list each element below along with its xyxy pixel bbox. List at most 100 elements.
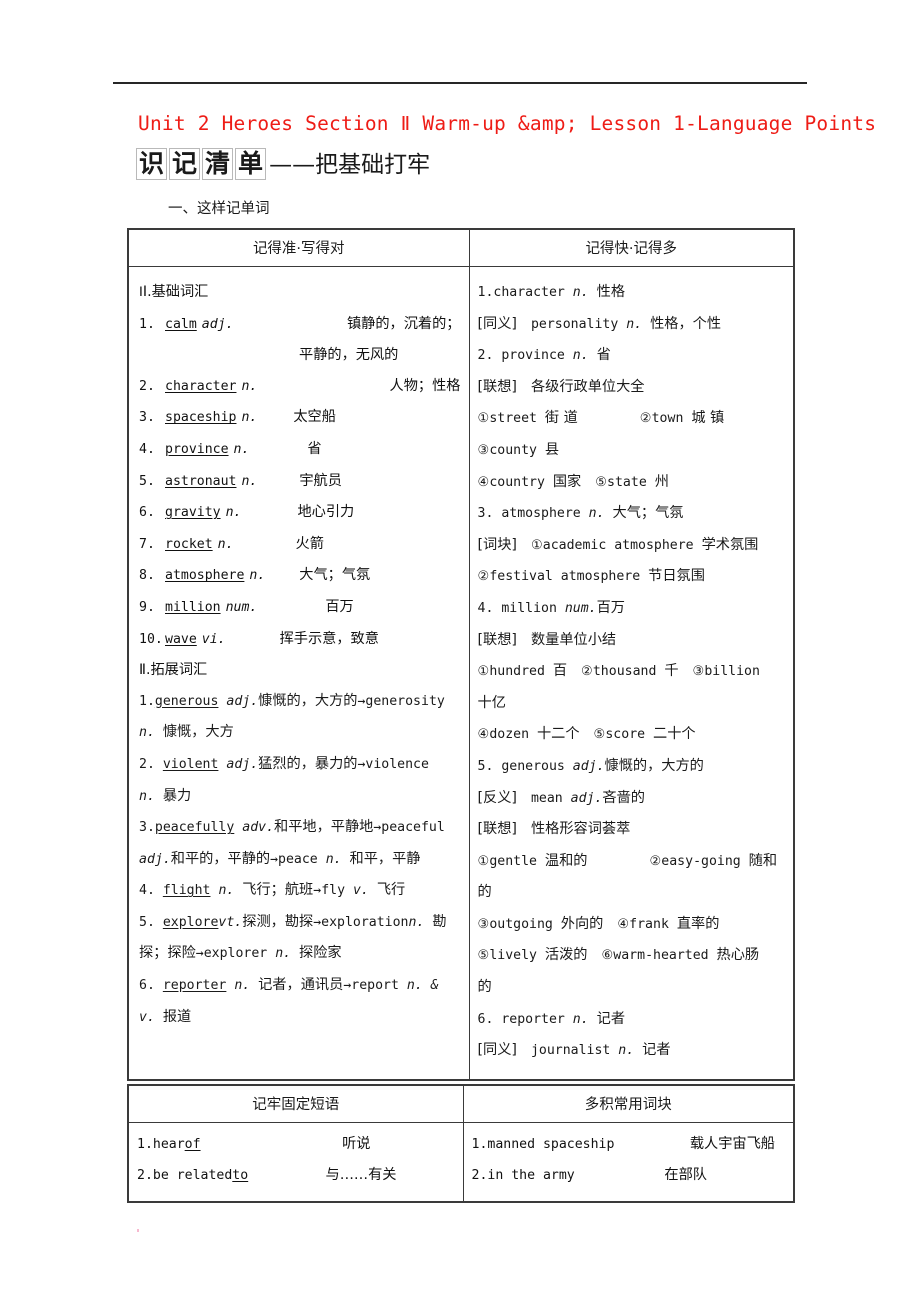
tag-text: 数量单位小结	[530, 631, 617, 648]
deriv-pos2: n. &	[406, 978, 439, 994]
phrases-table: 记牢固定短语 多积常用词块 1. hear of 听说 2. be related…	[127, 1084, 795, 1203]
deriv-meaning: 探测，勘探	[242, 913, 314, 930]
deriv-meaning: 记者，通讯员	[258, 977, 344, 994]
derivative-entry: 6. reporter n. 记者，通讯员→report n. & v. 报道	[139, 977, 439, 1025]
group-label-basic: ⅠⅠ.基础词汇Ⅰ.基础词汇	[139, 284, 209, 300]
derivative-entry: 3.peacefully adv.和平地，平静地→peaceful adj.和平…	[139, 819, 445, 867]
right-entry-head: 1.character n. 性格	[477, 284, 626, 300]
deriv-pos: n.	[218, 883, 235, 899]
banner-char-3: 清	[202, 148, 234, 180]
word-num: 9.	[139, 599, 155, 615]
deriv-pos: vt.	[218, 914, 243, 930]
word-entry: 6. gravity n. 地心引力	[139, 497, 461, 529]
word-num: 1.	[139, 316, 155, 332]
word-term: wave	[165, 631, 197, 647]
phrase-meaning: 载人宇宙飞船	[689, 1136, 775, 1152]
table-header-row: 记牢固定短语 多积常用词块	[127, 1084, 795, 1123]
word-pos: n.	[233, 441, 250, 457]
phrase-num: 1.	[471, 1137, 488, 1152]
deriv-pos2: n.	[139, 788, 155, 804]
deriv-word: violent	[162, 756, 219, 772]
word-pos: n.	[241, 473, 258, 489]
page-artifact-mark	[137, 1229, 139, 1232]
word-pos: num.	[225, 599, 258, 615]
deriv-pos2: n.	[408, 914, 425, 930]
right-entry-list: ①street 街 道 ②town 城 镇	[477, 410, 725, 427]
deriv-arrow-word: exploration	[321, 914, 409, 930]
word-meaning: 宇航员	[299, 472, 342, 489]
deriv-arrow-word: generosity	[365, 693, 445, 709]
banner-char-2: 记	[169, 148, 201, 180]
phrases-cell-right: 1. manned spaceship 载人宇宙飞船 2. in the army…	[462, 1122, 795, 1203]
right-entry-list: ②festival atmosphere 节日氛围	[477, 568, 705, 585]
tag-label: [词块]	[477, 536, 517, 553]
phrase-text-underlined: of	[184, 1137, 201, 1152]
word-num: 3.	[139, 410, 155, 426]
right-entry-head: 5. generous adj.慷慨的，大方的	[477, 757, 704, 774]
right-entry-list: ③outgoing 外向的 ④frank 直率的	[477, 915, 720, 932]
word-pos: vi.	[201, 631, 226, 647]
word-num: 4.	[139, 441, 155, 457]
word-term: province	[165, 441, 229, 457]
word-meaning: 太空船	[293, 409, 336, 426]
deriv-word: reporter	[162, 978, 227, 994]
banner-char-4: 单	[235, 148, 267, 180]
tag-label: [同义]	[477, 315, 517, 332]
word-entry: 4. province n. 省	[139, 434, 461, 466]
word-term: million	[165, 599, 221, 615]
words-right-body: 1.character n. 性格 [同义] personality n. 性格，…	[470, 267, 794, 1079]
tag-label: [联想]	[477, 631, 517, 648]
words-table-header-right: 记得快·记得多	[468, 228, 795, 267]
phrase-row: 1. hear of 听说	[137, 1129, 457, 1160]
phrase-num: 2.	[137, 1168, 153, 1183]
table-body-row: ⅠⅠ.基础词汇Ⅰ.基础词汇 1. calm adj. 镇静的，沉着的； 平静的，…	[127, 265, 795, 1081]
phrase-row: 1. manned spaceship 载人宇宙飞船	[472, 1129, 788, 1160]
word-num: 6.	[139, 505, 155, 521]
right-entry-tag: [联想] 性格形容词荟萃	[478, 814, 786, 846]
deriv-meaning3: 和平，平静	[349, 850, 421, 867]
right-entry-head: 6. reporter n. 记者	[477, 1010, 626, 1027]
deriv-meaning: 和平地，平静地	[274, 819, 374, 836]
word-pos: n.	[241, 410, 258, 426]
phrase-row: 2. be related to 与……有关	[137, 1160, 457, 1191]
right-entry-tag: [同义] journalist n. 记者	[477, 1042, 671, 1059]
right-entry-head: 4. million num.百万	[477, 599, 626, 616]
word-term: atmosphere	[165, 568, 245, 584]
deriv-pos3: n.	[275, 946, 292, 962]
deriv-arrow-word: violence	[365, 756, 429, 772]
deriv-pos: n.	[234, 978, 251, 994]
right-entry-list: 的	[477, 884, 492, 901]
deriv-num: 5.	[139, 914, 155, 930]
deriv-num: 4.	[139, 883, 155, 899]
table-body-row: 1. hear of 听说 2. be related to 与……有关 1. ma…	[127, 1122, 795, 1203]
document-page: Unit 2 Heroes Section Ⅱ Warm-up &amp; Le…	[0, 0, 920, 1302]
right-entry-head: 2. province n. 省	[477, 347, 611, 364]
phrase-row: 2. in the army 在部队	[472, 1160, 788, 1191]
group-label-extended: Ⅱ.拓展词汇	[139, 662, 208, 679]
table-header-row: 记得准·写得对 记得快·记得多	[127, 228, 795, 267]
deriv-word: generous	[154, 693, 219, 709]
deriv-pos3: n.	[325, 851, 342, 867]
right-entry-list: ⑤lively 活泼的 ⑥warm-hearted 热心肠	[477, 947, 760, 964]
right-entry-list: ①hundred 百 ②thousand 千 ③billion	[477, 663, 760, 680]
word-meaning: 省	[307, 440, 322, 457]
phrases-table-header-right: 多积常用词块	[462, 1084, 795, 1123]
deriv-arrow-word: report	[351, 978, 399, 994]
word-pos: n.	[217, 536, 234, 552]
tag-text: 各级行政单位大全	[530, 378, 645, 395]
deriv-pos: adj.	[226, 693, 259, 709]
word-pos: n.	[225, 505, 242, 521]
deriv-num: 1.	[139, 693, 155, 709]
word-num: 5.	[139, 473, 155, 489]
deriv-meaning2: 和平的，平静的	[170, 850, 271, 867]
word-meaning-cont: 平静的，无风的	[299, 347, 399, 364]
right-entry-list: ①gentle 温和的 ②easy-going 随和	[477, 852, 778, 869]
word-num: 10.	[139, 631, 163, 647]
word-term: calm	[165, 316, 197, 332]
word-term: character	[165, 378, 237, 394]
word-entry: 9. million num. 百万	[139, 592, 461, 624]
right-entry-list: ④dozen 十二个 ⑤score 二十个	[477, 726, 696, 743]
word-entry: 5. astronaut n. 宇航员	[139, 466, 461, 498]
words-left-body: ⅠⅠ.基础词汇Ⅰ.基础词汇 1. calm adj. 镇静的，沉着的； 平静的，…	[129, 267, 469, 1045]
banner-tail-text: ——把基础打牢	[269, 152, 431, 178]
